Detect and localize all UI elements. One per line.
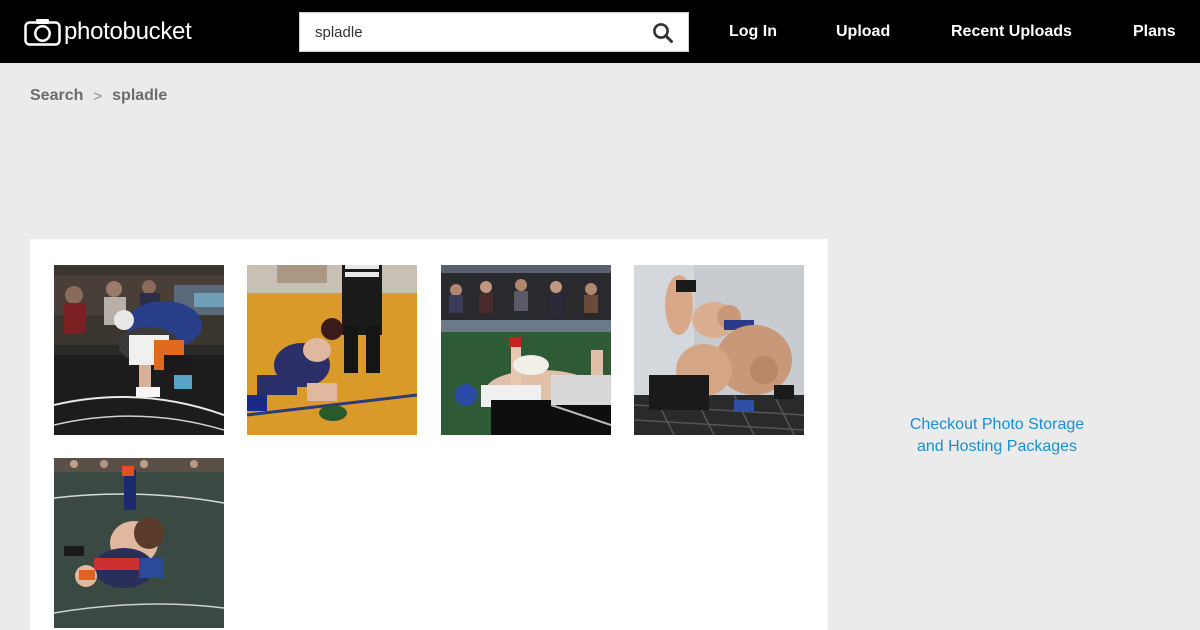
breadcrumb-search-link[interactable]: Search: [30, 87, 83, 105]
result-thumbnail[interactable]: [54, 458, 224, 630]
breadcrumb: Search > spladle: [30, 87, 167, 105]
wrestling-photo-image: [54, 265, 224, 435]
promo-line-1: Checkout Photo Storage: [909, 416, 1085, 433]
result-thumbnail[interactable]: [247, 265, 417, 435]
search-results-panel: [30, 239, 828, 630]
search-box: [299, 12, 689, 52]
photo-storage-promo-link[interactable]: Checkout Photo Storage and Hosting Packa…: [880, 414, 1114, 458]
result-thumbnail[interactable]: [634, 265, 804, 435]
wrestling-photo-image: [634, 265, 804, 435]
logo-wordmark: photobucket: [64, 18, 192, 45]
login-link[interactable]: Log In: [729, 22, 777, 42]
camera-logo-icon: [24, 19, 61, 46]
wrestling-photo-image: [247, 265, 417, 435]
photobucket-logo[interactable]: photobucket: [24, 17, 192, 47]
top-navigation-bar: photobucket Log In Upload Recent Uploads…: [0, 0, 1200, 63]
result-thumbnail[interactable]: [54, 265, 224, 435]
search-input[interactable]: [300, 13, 640, 51]
breadcrumb-separator: >: [93, 87, 103, 105]
promo-line-2: and Hosting Packages: [916, 438, 1078, 455]
wrestling-photo-image: [441, 265, 611, 435]
upload-link[interactable]: Upload: [836, 22, 890, 42]
search-icon[interactable]: [652, 22, 674, 44]
plans-link[interactable]: Plans: [1133, 22, 1176, 42]
recent-uploads-link[interactable]: Recent Uploads: [951, 22, 1072, 42]
result-thumbnail[interactable]: [441, 265, 611, 435]
breadcrumb-current: spladle: [112, 87, 168, 104]
wrestling-photo-image: [54, 458, 224, 628]
